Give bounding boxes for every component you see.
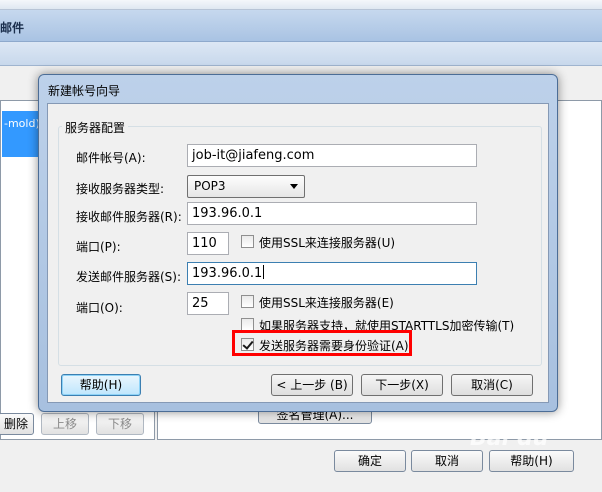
outgoing-port-input[interactable]: 25 <box>187 292 229 315</box>
outgoing-server-input[interactable]: 193.96.0.1 <box>187 262 477 285</box>
parent-tabstrip <box>0 42 602 66</box>
dialog-body: 服务器配置 邮件帐号(A): job-it@jiafeng.com 接收服务器类… <box>47 103 549 403</box>
highlight-box <box>232 330 412 356</box>
incoming-port-input[interactable]: 110 <box>187 232 229 255</box>
new-account-wizard-dialog: 新建帐号向导 服务器配置 邮件帐号(A): job-it@jiafeng.com… <box>38 74 558 412</box>
outgoing-ssl-checkbox[interactable] <box>241 295 254 308</box>
move-down-button[interactable]: 下移 <box>96 413 144 435</box>
incoming-type-label: 接收服务器类型: <box>76 182 165 196</box>
outgoing-server-label: 发送邮件服务器(S): <box>76 270 182 284</box>
outgoing-ssl-checkbox-row[interactable]: 使用SSL来连接服务器(E) <box>241 294 441 310</box>
dialog-title: 新建帐号向导 <box>48 84 121 98</box>
incoming-ssl-label[interactable]: 使用SSL来连接服务器(U) <box>259 234 395 251</box>
parent-toolbar <box>0 0 602 10</box>
incoming-ssl-checkbox-row[interactable]: 使用SSL来连接服务器(U) <box>241 234 441 250</box>
help-button[interactable]: 帮助(H) <box>61 374 141 396</box>
parent-help-button[interactable]: 帮助(H) <box>489 450 574 472</box>
outgoing-ssl-label[interactable]: 使用SSL来连接服务器(E) <box>259 294 394 311</box>
incoming-server-label: 接收邮件服务器(R): <box>76 210 182 224</box>
incoming-port-label: 端口(P): <box>76 240 121 254</box>
cancel-button[interactable]: 取消(C) <box>451 374 533 396</box>
outgoing-port-label: 端口(O): <box>76 301 123 315</box>
back-button[interactable]: < 上一步 (B) <box>271 374 353 396</box>
incoming-server-input[interactable]: 193.96.0.1 <box>187 202 477 225</box>
chevron-down-icon <box>290 184 298 189</box>
parent-window-title: 邮件 <box>0 21 25 35</box>
delete-button[interactable]: 删除 <box>0 413 34 435</box>
account-input-value: job-it@jiafeng.com <box>192 148 315 163</box>
parent-titlebar <box>0 10 602 42</box>
account-list-item-selected[interactable]: -mold) <box>2 111 42 157</box>
server-config-group-title: 服务器配置 <box>62 119 129 136</box>
watermark: Bai du <box>470 426 549 451</box>
incoming-type-select[interactable]: POP3 <box>187 175 305 198</box>
next-button[interactable]: 下一步(X) <box>361 374 443 396</box>
move-up-button[interactable]: 上移 <box>41 413 89 435</box>
incoming-type-value: POP3 <box>194 179 226 193</box>
text-caret <box>263 265 265 279</box>
account-label: 邮件帐号(A): <box>76 151 146 165</box>
parent-cancel-button[interactable]: 取消 <box>411 450 483 472</box>
ok-button[interactable]: 确定 <box>334 450 406 472</box>
outgoing-port-value: 25 <box>192 296 209 311</box>
incoming-port-value: 110 <box>192 236 217 251</box>
account-input[interactable]: job-it@jiafeng.com <box>187 144 477 167</box>
incoming-server-value: 193.96.0.1 <box>192 206 263 221</box>
outgoing-server-value: 193.96.0.1 <box>192 266 263 281</box>
incoming-ssl-checkbox[interactable] <box>241 235 254 248</box>
